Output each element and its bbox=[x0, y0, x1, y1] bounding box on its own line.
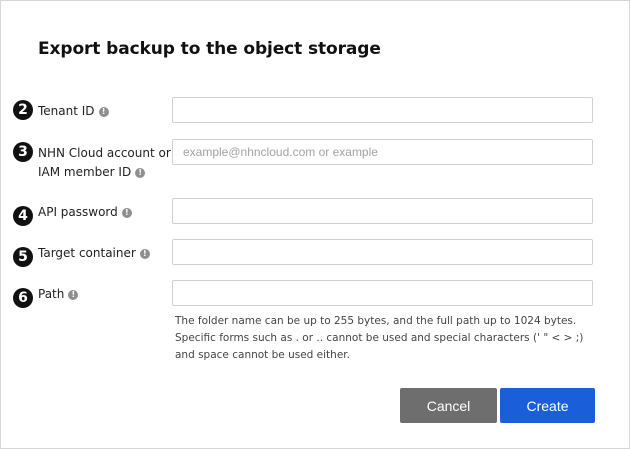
path-help-text: The folder name can be up to 255 bytes, … bbox=[175, 315, 584, 361]
target-container-input[interactable] bbox=[172, 239, 593, 265]
step-marker-2: 2 bbox=[13, 100, 33, 120]
target-container-label-text: Target container bbox=[38, 246, 136, 260]
step-marker-4: 4 bbox=[13, 206, 33, 226]
api-password-input[interactable] bbox=[172, 198, 593, 224]
cancel-button[interactable]: Cancel bbox=[400, 388, 497, 423]
step-marker-6: 6 bbox=[13, 288, 33, 308]
target-container-label: Target container! bbox=[38, 244, 150, 263]
account-id-label-line2: IAM member ID bbox=[38, 165, 132, 179]
api-password-label-text: API password bbox=[38, 205, 118, 219]
account-id-label-line1: NHN Cloud account or bbox=[38, 146, 171, 160]
step-marker-5: 5 bbox=[13, 247, 33, 267]
path-input[interactable] bbox=[172, 280, 593, 306]
path-label: Path! bbox=[38, 285, 79, 304]
info-icon[interactable]: ! bbox=[98, 107, 109, 117]
api-password-label: API password! bbox=[38, 203, 132, 222]
info-icon[interactable]: ! bbox=[68, 290, 79, 300]
info-icon[interactable]: ! bbox=[135, 168, 146, 178]
dialog-title: Export backup to the object storage bbox=[38, 39, 381, 59]
tenant-id-input[interactable] bbox=[172, 97, 593, 123]
export-backup-dialog: Export backup to the object storage 2 Te… bbox=[0, 0, 630, 449]
info-icon[interactable]: ! bbox=[139, 249, 150, 259]
account-id-label: NHN Cloud account or IAM member ID! bbox=[38, 144, 171, 182]
account-id-input[interactable] bbox=[172, 139, 593, 165]
step-marker-3: 3 bbox=[13, 142, 33, 162]
info-icon[interactable]: ! bbox=[121, 208, 132, 218]
create-button[interactable]: Create bbox=[500, 388, 595, 423]
tenant-id-label: Tenant ID! bbox=[38, 102, 109, 121]
tenant-id-label-text: Tenant ID bbox=[38, 104, 95, 118]
path-label-text: Path bbox=[38, 287, 65, 301]
